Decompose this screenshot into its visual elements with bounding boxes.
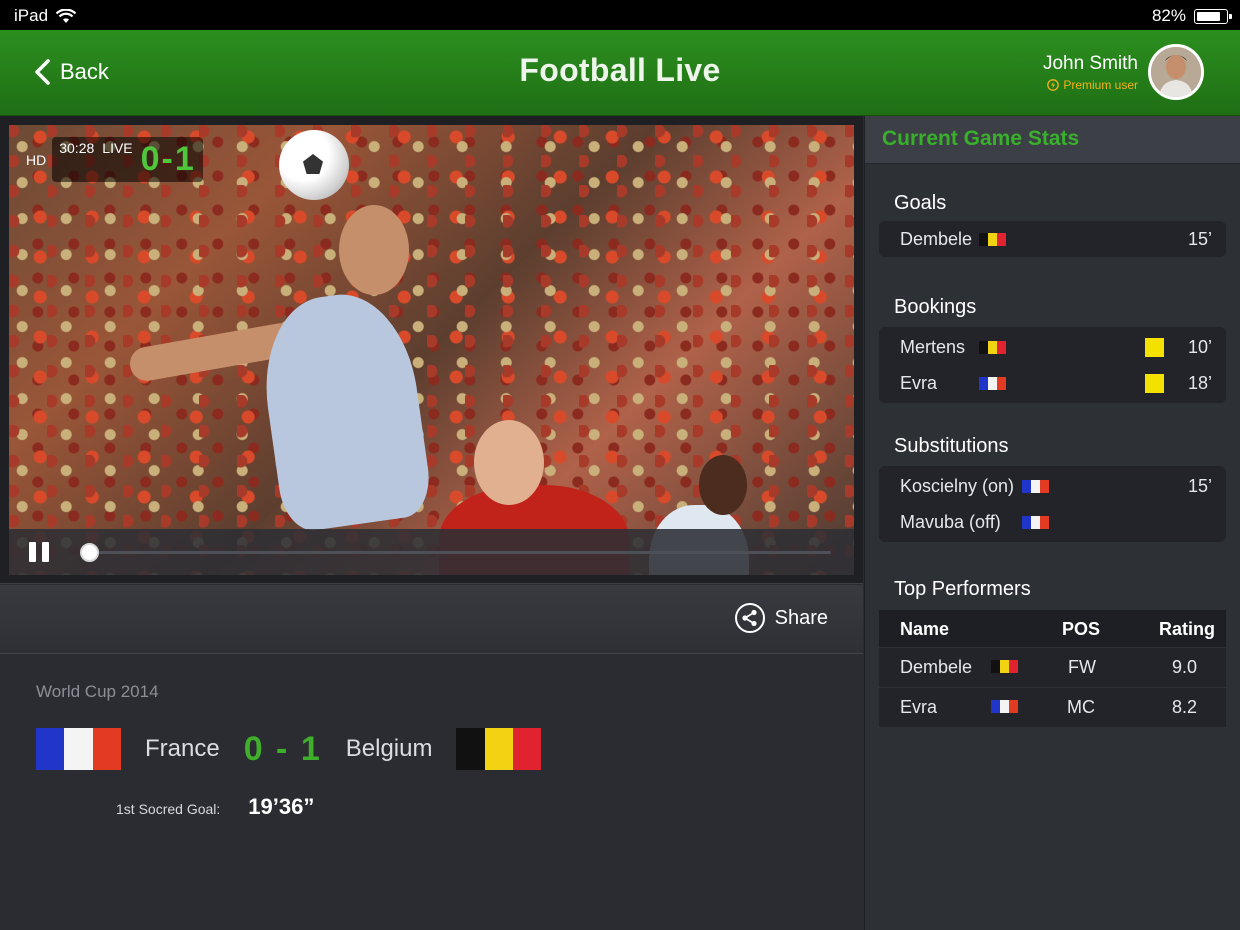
match-score: 0 - 1	[243, 729, 322, 768]
bookings-card: Mertens 10’ Evra 18’	[879, 327, 1226, 403]
yellow-card-icon	[1145, 374, 1164, 393]
belgium-flag-icon	[991, 660, 1018, 673]
list-item: Mertens 10’	[900, 337, 1212, 357]
yellow-card-icon	[1145, 338, 1164, 357]
top-performers-title: Top Performers	[894, 578, 1031, 600]
share-bar: Share	[0, 585, 863, 654]
france-flag-icon	[979, 377, 1006, 390]
list-item: Mavuba (off)	[879, 504, 1226, 540]
france-flag-icon	[36, 728, 121, 770]
video-overlay: HD 30:28 LIVE 0-1	[26, 137, 203, 182]
substitutions-title: Substitutions	[894, 435, 1009, 457]
table-row: Evra MC 8.2	[879, 687, 1226, 727]
list-item: Evra 18’	[900, 373, 1212, 393]
table-header: Name POS Rating	[879, 610, 1226, 647]
wifi-icon	[56, 8, 77, 23]
match-clock: 30:28	[59, 140, 95, 156]
france-flag-icon	[991, 700, 1018, 713]
video-player: HD 30:28 LIVE 0-1	[0, 116, 863, 584]
first-goal-label: 1st Socred Goal:	[116, 801, 221, 817]
away-team: Belgium	[345, 735, 433, 762]
video-controls	[9, 529, 854, 575]
live-badge: LIVE	[102, 140, 133, 156]
pause-button[interactable]	[29, 542, 51, 564]
belgium-flag-icon	[979, 341, 1006, 354]
list-item: Koscielny (on) 15’	[900, 476, 1212, 496]
status-bar: iPad 82%	[0, 0, 1240, 30]
pause-icon	[29, 542, 36, 562]
overlay-score: 0-1	[140, 140, 196, 178]
seek-bar[interactable]	[79, 543, 831, 562]
first-goal: 1st Socred Goal: 19’36”	[116, 794, 314, 820]
belgium-flag-icon	[456, 728, 542, 770]
lightning-icon	[1047, 78, 1060, 91]
share-button[interactable]: Share	[734, 603, 828, 633]
top-performers-table: Name POS Rating Dembele FW 9.0 Evra MC 8…	[879, 610, 1226, 727]
table-row: Dembele FW 9.0	[879, 647, 1226, 687]
france-flag-icon	[1022, 516, 1049, 529]
avatar-image	[1151, 47, 1201, 97]
user-profile[interactable]: John Smith Premium user	[1043, 44, 1204, 100]
avatar[interactable]	[1148, 44, 1204, 100]
app-header: Back Football Live John Smith Premium us…	[0, 30, 1240, 116]
ball-image	[279, 130, 349, 200]
home-team: France	[145, 735, 220, 762]
battery-icon	[1194, 8, 1232, 24]
first-goal-time: 19’36”	[248, 794, 315, 819]
share-icon	[734, 603, 765, 633]
quality-badge: HD	[26, 151, 47, 168]
tournament-name: World Cup 2014	[36, 682, 159, 701]
user-tier: Premium user	[1043, 78, 1138, 92]
belgium-flag-icon	[979, 233, 1006, 246]
france-flag-icon	[1022, 480, 1049, 493]
user-name: John Smith	[1042, 52, 1138, 74]
goals-title: Goals	[894, 192, 947, 214]
substitutions-card: Koscielny (on) 15’ Mavuba (off)	[879, 466, 1226, 542]
seek-handle[interactable]	[79, 543, 99, 562]
video-stream[interactable]: HD 30:28 LIVE 0-1	[9, 125, 854, 575]
stats-title: Current Game Stats	[865, 116, 1240, 164]
bookings-title: Bookings	[894, 296, 977, 318]
battery-percent: 82%	[1151, 6, 1186, 25]
goals-card: Dembele 15’	[879, 221, 1226, 257]
main-content: HD 30:28 LIVE 0-1 Share World Cup 2014 F…	[0, 116, 863, 930]
share-label: Share	[774, 606, 828, 629]
user-tier-label: Premium user	[1063, 77, 1138, 92]
device-name: iPad	[14, 6, 49, 25]
game-stats-panel: Current Game Stats Goals Dembele 15’ Boo…	[864, 116, 1240, 930]
list-item: Dembele 15’	[900, 229, 1212, 249]
scoreline: France 0 - 1 Belgium	[36, 728, 542, 770]
